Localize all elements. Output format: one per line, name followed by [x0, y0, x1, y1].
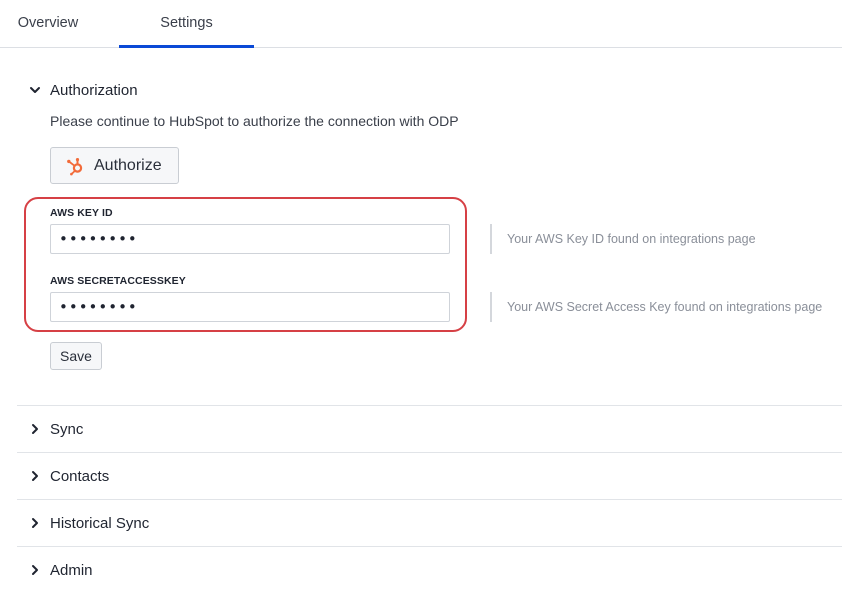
- chevron-right-icon: [24, 512, 46, 534]
- tab-bar: Overview Settings: [0, 0, 842, 48]
- section-title-sync: Sync: [50, 420, 84, 438]
- chevron-right-icon: [24, 559, 46, 581]
- section-title-historical-sync: Historical Sync: [50, 514, 150, 532]
- tab-overview[interactable]: Overview: [0, 0, 96, 46]
- authorization-description: Please continue to HubSpot to authorize …: [50, 113, 459, 129]
- aws-key-id-label: AWS KEY ID: [50, 207, 113, 219]
- section-authorization-header[interactable]: Authorization: [17, 67, 842, 113]
- chevron-right-icon: [24, 465, 46, 487]
- authorize-button-label: Authorize: [94, 156, 162, 174]
- aws-secret-access-key-label: AWS SECRETACCESSKEY: [50, 275, 186, 287]
- section-historical-sync-header[interactable]: Historical Sync: [17, 500, 842, 546]
- section-title-admin: Admin: [50, 561, 93, 579]
- save-button[interactable]: Save: [50, 342, 102, 370]
- aws-key-id-field[interactable]: [50, 224, 450, 254]
- section-contacts-header[interactable]: Contacts: [17, 453, 842, 499]
- section-sync-header[interactable]: Sync: [17, 406, 842, 452]
- tab-settings[interactable]: Settings: [119, 0, 254, 48]
- aws-key-id-help: Your AWS Key ID found on integrations pa…: [490, 224, 756, 254]
- authorize-button[interactable]: Authorize: [50, 147, 179, 184]
- hubspot-logo-icon: [65, 156, 85, 176]
- chevron-down-icon: [24, 79, 46, 101]
- aws-secret-access-key-field[interactable]: [50, 292, 450, 322]
- chevron-right-icon: [24, 418, 46, 440]
- section-title-contacts: Contacts: [50, 467, 110, 485]
- section-title-authorization: Authorization: [50, 81, 138, 99]
- section-admin-header[interactable]: Admin: [17, 547, 842, 593]
- aws-secret-access-key-help: Your AWS Secret Access Key found on inte…: [490, 292, 822, 322]
